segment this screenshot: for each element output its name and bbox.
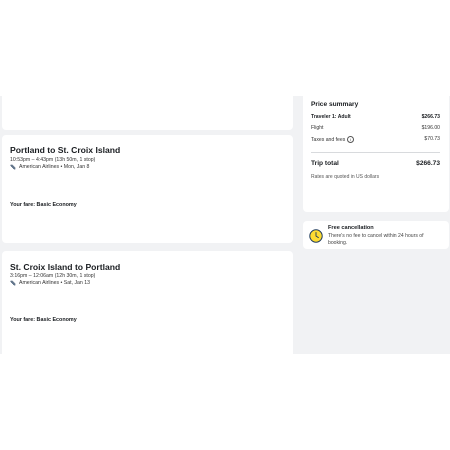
price-summary-card: Price summary Traveler 1: Adult $266.73 … (303, 96, 449, 212)
price-divider (311, 152, 440, 153)
airline-logo-icon (10, 280, 16, 286)
flight-price-row: Flight $196.00 (311, 125, 440, 131)
airline-row: American Airlines • Mon, Jan 8 (10, 164, 89, 170)
flight-route-title: St. Croix Island to Portland (10, 262, 121, 272)
clock-icon (309, 229, 323, 243)
cancellation-title: Free cancellation (328, 225, 374, 231)
airline-logo-icon (10, 164, 16, 170)
free-cancellation-card: Free cancellation There's no fee to canc… (303, 221, 449, 249)
airline-date: American Airlines • Sat, Jan 13 (19, 280, 91, 286)
flight-card-return: St. Croix Island to Portland 3:16pm – 12… (2, 251, 293, 354)
info-icon[interactable]: i (347, 136, 355, 143)
traveler-label: Traveler 1: Adult (311, 114, 351, 120)
fare-class: Your fare: Basic Economy (10, 317, 77, 323)
taxes-label: Taxes and fees (311, 136, 346, 143)
traveler-amount: $266.73 (421, 114, 440, 120)
flight-times: 3:16pm – 12:06am (12h 30m, 1 stop) (10, 273, 96, 279)
previous-card (2, 96, 293, 130)
flight-card-outbound: Portland to St. Croix Island 10:53pm – 4… (2, 135, 293, 243)
trip-total-amount: $266.73 (416, 160, 440, 167)
flight-route-title: Portland to St. Croix Island (10, 145, 121, 155)
trip-total-label: Trip total (311, 160, 339, 167)
traveler-row: Traveler 1: Adult $266.73 (311, 114, 440, 120)
flight-price-label: Flight (311, 125, 324, 131)
airline-date: American Airlines • Mon, Jan 8 (19, 164, 90, 170)
taxes-amount: $70.73 (424, 136, 440, 142)
trip-total-row: Trip total $266.73 (311, 160, 440, 167)
currency-note: Rates are quoted in US dollars (311, 174, 380, 180)
price-summary-title: Price summary (311, 101, 359, 108)
cancellation-text: There's no fee to cancel within 24 hours… (328, 233, 424, 246)
taxes-row: Taxes and fees i $70.73 (311, 136, 440, 143)
flight-times: 10:53pm – 4:43pm (13h 50m, 1 stop) (10, 157, 96, 163)
fare-class: Your fare: Basic Economy (10, 202, 77, 208)
airline-row: American Airlines • Sat, Jan 13 (10, 280, 90, 286)
flight-price-amount: $196.00 (421, 125, 440, 131)
